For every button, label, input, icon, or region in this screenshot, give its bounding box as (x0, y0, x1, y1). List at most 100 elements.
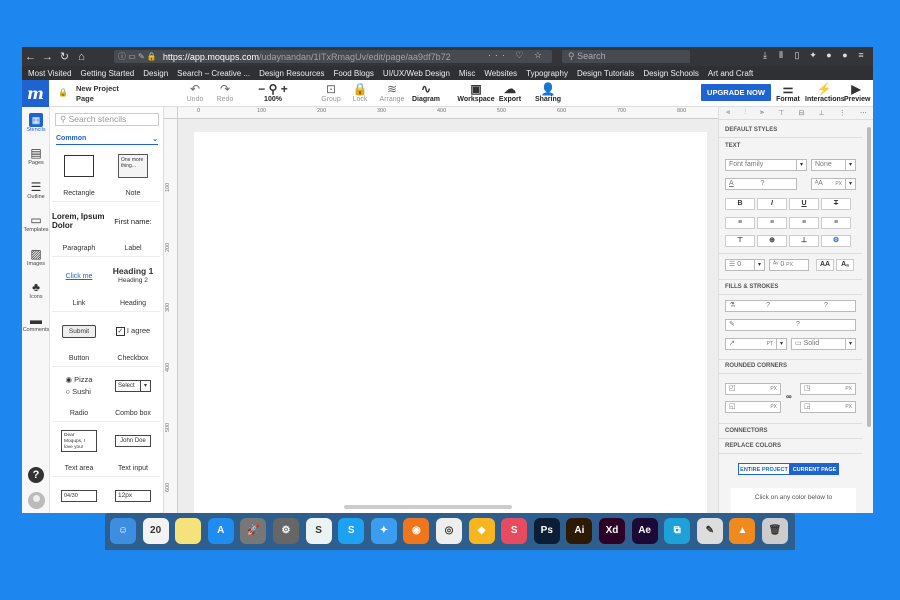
text-align-right-button[interactable]: ≡ (789, 217, 819, 229)
download-icon[interactable]: ⤓ (759, 50, 771, 61)
sidebar-item-pages[interactable]: ▤ Pages (22, 146, 50, 166)
zoom-button[interactable]: − ⚲ +100% (254, 82, 292, 103)
link-corners-icon[interactable]: ∞ (786, 392, 792, 401)
fill-color-field[interactable]: ⚗?? (725, 300, 856, 312)
lock-button[interactable]: 🔒 Lock (348, 82, 372, 103)
bookmark-item[interactable]: Design Tutorials (577, 69, 634, 78)
dock-app-icon[interactable]: 20 (142, 518, 169, 544)
dock-app-icon[interactable]: S (338, 518, 365, 544)
dock-app-icon[interactable]: ▲ (729, 518, 756, 544)
help-icon[interactable]: ? (28, 467, 44, 483)
distribute-v-icon[interactable]: ⋯ (860, 109, 867, 117)
dock-app-icon[interactable]: S (501, 518, 528, 544)
bookmark-item[interactable]: Design Resources (259, 69, 324, 78)
valign-top-button[interactable]: ⊤ (725, 235, 755, 247)
canvas-area[interactable]: 0 100 200 300 400 500 600 700 800 100 200 300 400 50… (164, 107, 718, 513)
sidebar-item-outline[interactable]: ☰ Outline (22, 180, 50, 200)
dock-app-icon[interactable]: Ae (631, 518, 658, 544)
text-align-left-button[interactable]: ≡ (725, 217, 755, 229)
align-center-icon[interactable]: ⫶ (744, 109, 746, 117)
bold-button[interactable]: B (725, 198, 755, 210)
dock-app-icon[interactable]: ◉ (403, 518, 430, 544)
browser-search-input[interactable]: ⚲ Search (562, 50, 690, 63)
text-color-field[interactable]: A? (725, 178, 797, 190)
valign-bottom-button[interactable]: ⊥ (789, 235, 819, 247)
dock-app-icon[interactable]: Xd (599, 518, 625, 544)
dock-app-icon[interactable]: Ai (566, 518, 593, 544)
grammarly-icon[interactable]: ● (823, 50, 835, 61)
bookmark-item[interactable]: Typography (526, 69, 568, 78)
diagram-button[interactable]: ∿ Diagram (408, 82, 444, 103)
italic-button[interactable]: I (757, 198, 787, 210)
reload-icon[interactable]: ↻ (56, 50, 73, 63)
stencil-checkbox[interactable]: ✓ I agree Checkbox (106, 312, 160, 367)
stencil-text-area[interactable]: Dear Moqups, I love you! Text area (52, 422, 106, 477)
canvas-hscrollbar[interactable] (344, 505, 512, 509)
dock-app-icon[interactable]: ⧉ (664, 518, 691, 544)
forward-icon[interactable]: → (39, 51, 56, 63)
dock-app-icon[interactable]: ✦ (370, 518, 397, 544)
underline-button[interactable]: U (789, 198, 819, 210)
text-justify-button[interactable]: ≡ (821, 217, 851, 229)
corner-top-left-field[interactable]: ◰ PX (725, 383, 781, 395)
sharing-button[interactable]: 👤 Sharing (530, 82, 566, 103)
sidebar-item-stencils[interactable]: ▦ Stencils (22, 113, 50, 133)
dock-app-icon[interactable]: S (305, 518, 332, 544)
corner-bottom-right-field[interactable]: ◲ PX (800, 401, 856, 413)
interactions-button[interactable]: ⚡ Interactions (805, 82, 845, 103)
stencil-label[interactable]: First name: Label (106, 202, 160, 257)
dock-app-icon[interactable]: ⚙ (273, 518, 299, 544)
dock-app-icon[interactable]: 🚀 (240, 518, 267, 544)
valign-middle-button[interactable]: ⊕ (757, 235, 787, 247)
letter-spacing-field[interactable]: ᴬᵛ 0 PX (769, 259, 809, 271)
current-page-button[interactable]: CURRENT PAGE (790, 463, 839, 475)
group-button[interactable]: ⊡ Group (317, 82, 345, 103)
dock-app-icon[interactable]: Ps (533, 518, 560, 544)
distribute-h-icon[interactable]: ⋮ (839, 109, 846, 117)
canvas-page[interactable] (194, 132, 707, 513)
text-align-center-button[interactable]: ≡ (757, 217, 787, 229)
sidebar-item-templates[interactable]: ▭ Templates (22, 213, 50, 233)
stencil-search-input[interactable]: ⚲ Search stencils (55, 113, 159, 126)
align-middle-icon[interactable]: ⊟ (798, 109, 804, 117)
text-settings-button[interactable]: ⚙ (821, 235, 851, 247)
moqups-logo[interactable]: m (22, 80, 49, 107)
bookmark-item[interactable]: Design Schools (643, 69, 699, 78)
stencil-button[interactable]: Submit Button (52, 312, 106, 367)
dock-app-icon[interactable]: ✎ (696, 518, 723, 544)
corner-bottom-left-field[interactable]: ◱ PX (725, 401, 781, 413)
corner-top-right-field[interactable]: ◳ PX (800, 383, 856, 395)
stencil-note[interactable]: One more thing... Note (106, 147, 160, 202)
dock-app-icon[interactable]: ◆ (468, 518, 495, 544)
stencil-paragraph[interactable]: Lorem, Ipsum Dolor Paragraph (52, 202, 106, 257)
bookmark-item[interactable]: Search – Creative ... (177, 69, 250, 78)
dock-app-icon[interactable] (175, 518, 202, 544)
uppercase-button[interactable]: AA (816, 259, 834, 271)
stencil-heading[interactable]: Heading 1 Heading 2 Heading (106, 257, 160, 312)
align-top-icon[interactable]: ⊤ (778, 109, 784, 117)
stroke-color-field[interactable]: ✎? (725, 319, 856, 331)
back-icon[interactable]: ← (22, 51, 39, 63)
bookmark-item[interactable]: Art and Craft (708, 69, 753, 78)
stencil-text-input[interactable]: John Doe Text input (106, 422, 160, 477)
dock-app-icon[interactable]: ☺ (110, 518, 136, 544)
bookmark-item[interactable]: Misc (459, 69, 475, 78)
font-size-field[interactable]: ᴬA PX ▾ (811, 178, 856, 190)
stencil-item[interactable]: 12px (106, 477, 160, 513)
redo-button[interactable]: ↷ Redo (213, 82, 237, 103)
stencil-combo-box[interactable]: Select ▾ Combo box (106, 367, 160, 422)
upgrade-button[interactable]: UPGRADE NOW (701, 84, 771, 101)
format-button[interactable]: ⚌ Format (776, 82, 800, 103)
bookmark-item[interactable]: Design (143, 69, 168, 78)
stencil-item[interactable]: 04/30 (52, 477, 106, 513)
indent-field[interactable]: ☰ 0 ▾ (725, 259, 765, 271)
menu-icon[interactable]: ≡ (855, 50, 867, 61)
dock-app-icon[interactable]: 🗑 (762, 518, 788, 544)
project-title[interactable]: 🔒 New Project Page (58, 84, 119, 104)
url-bar[interactable]: ⓘ ▭ ✎ 🔒 https://app.moqups.com/udaynanda… (114, 50, 552, 63)
home-icon[interactable]: ⌂ (73, 51, 90, 63)
bookmark-item[interactable]: Getting Started (80, 69, 134, 78)
adblock-icon[interactable]: ● (839, 50, 851, 61)
font-family-select[interactable]: Font family ▾ (725, 159, 807, 171)
align-left-icon[interactable]: ⫷ (726, 109, 730, 117)
